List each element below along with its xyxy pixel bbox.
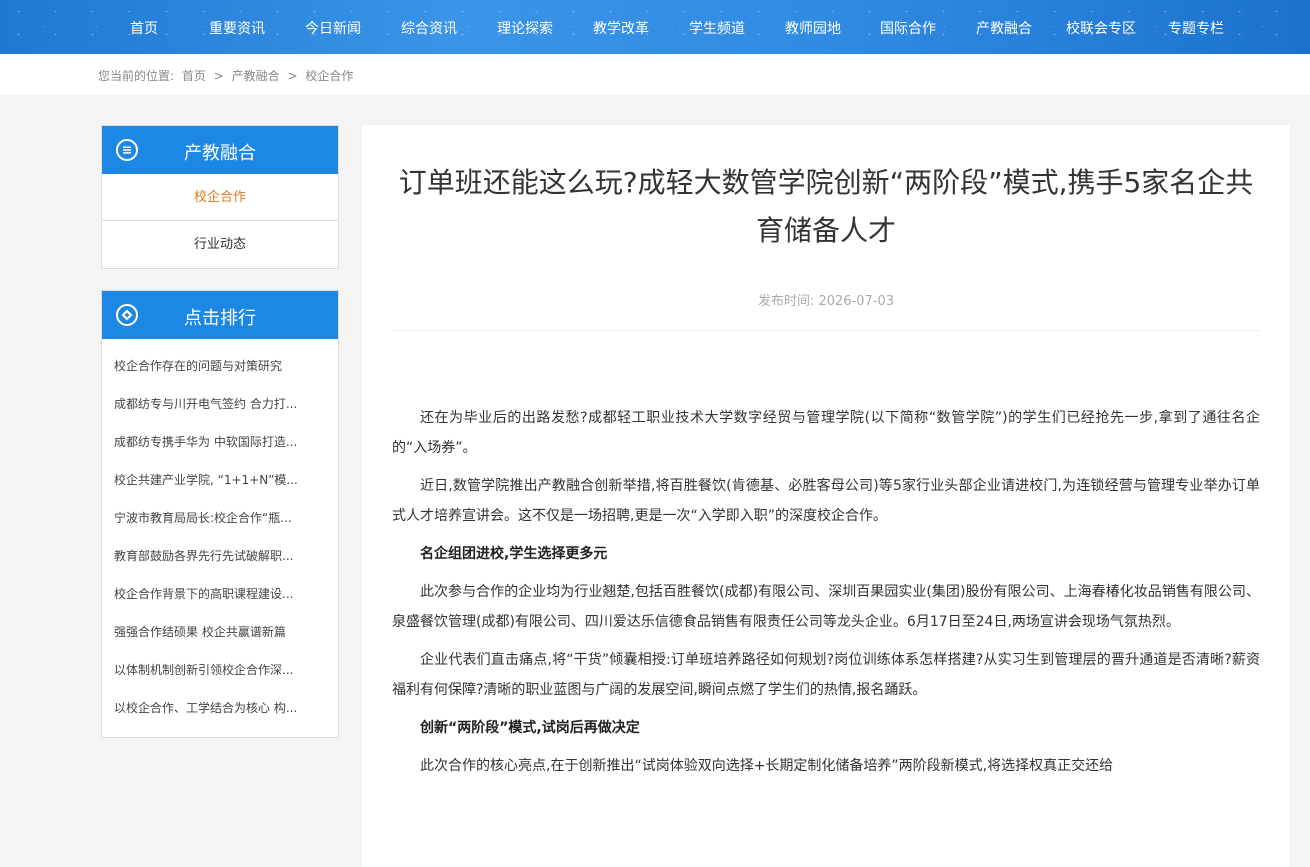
ranking-item[interactable]: 教育部鼓励各界先行先试破解职... <box>114 537 326 575</box>
nav-general-news[interactable]: 综合资讯 <box>401 0 457 54</box>
article-subheading: 名企组团进校,学生选择更多元 <box>420 546 608 562</box>
category-item-industry-news[interactable]: 行业动态 <box>102 221 338 268</box>
article-title: 订单班还能这么玩?成轻大数管学院创新“两阶段”模式,携手5家名企共育储备人才 <box>398 166 1254 247</box>
nav-alliance[interactable]: 校联会专区 <box>1066 0 1136 54</box>
nav-teachers[interactable]: 教师园地 <box>785 0 841 54</box>
ranking-item[interactable]: 校企合作存在的问题与对策研究 <box>114 347 326 385</box>
nav-students[interactable]: 学生频道 <box>689 0 745 54</box>
divider <box>392 330 1260 331</box>
ranking-item[interactable]: 校企合作背景下的高职课程建设... <box>114 575 326 613</box>
ranking-list: 校企合作存在的问题与对策研究 成都纺专与川开电气签约 合力打... 成都纺专携手… <box>102 339 338 737</box>
publish-date: 2026-07-03 <box>818 294 895 309</box>
article-paragraph: 此次合作的核心亮点,在于创新推出“试岗体验双向选择+长期定制化储备培养”两阶段新… <box>420 758 1114 774</box>
article-paragraph: 企业代表们直击痛点,将“干货”倾囊相授:订单班培养路径如何规划?岗位训练体系怎样… <box>392 652 1260 698</box>
breadcrumb-home[interactable]: 首页 <box>182 69 206 83</box>
category-title: 产教融合 <box>184 143 256 164</box>
breadcrumb-separator: > <box>213 69 224 83</box>
breadcrumb-prefix: 您当前的位置: <box>98 69 175 83</box>
ranking-header: 点击排行 <box>102 291 338 339</box>
article-paragraph: 还在为毕业后的出路发愁?成都轻工职业技术大学数字经贸与管理学院(以下简称“数管学… <box>392 410 1260 456</box>
breadcrumb-school-enterprise[interactable]: 校企合作 <box>305 69 353 83</box>
diamond-icon <box>116 304 138 326</box>
publish-info: 发布时间: 2026-07-03 <box>362 290 1290 309</box>
ranking-item[interactable]: 以体制机制创新引领校企合作深... <box>114 651 326 689</box>
breadcrumb-separator: > <box>287 69 298 83</box>
ranking-item[interactable]: 强强合作结硕果 校企共赢谱新篇 <box>114 613 326 651</box>
nav-important-news[interactable]: 重要资讯 <box>209 0 265 54</box>
ranking-item[interactable]: 以校企合作、工学结合为核心 构... <box>114 689 326 727</box>
nav-special-topics[interactable]: 专题专栏 <box>1168 0 1224 54</box>
article-paragraph: 近日,数管学院推出产教融合创新举措,将百胜餐饮(肯德基、必胜客母公司)等5家行业… <box>392 478 1260 524</box>
nav-industry-education[interactable]: 产教融合 <box>976 0 1032 54</box>
list-icon <box>116 139 138 161</box>
ranking-box: 点击排行 校企合作存在的问题与对策研究 成都纺专与川开电气签约 合力打... 成… <box>101 290 339 738</box>
breadcrumb-industry-education[interactable]: 产教融合 <box>232 69 280 83</box>
ranking-item[interactable]: 成都纺专与川开电气签约 合力打... <box>114 385 326 423</box>
ranking-title: 点击排行 <box>184 308 256 329</box>
nav-home[interactable]: 首页 <box>130 0 158 54</box>
ranking-item[interactable]: 宁波市教育局局长:校企合作“瓶... <box>114 499 326 537</box>
nav-today-news[interactable]: 今日新闻 <box>305 0 361 54</box>
article-body: 还在为毕业后的出路发愁?成都轻工职业技术大学数字经贸与管理学院(以下简称“数管学… <box>392 403 1260 789</box>
nav-international[interactable]: 国际合作 <box>880 0 936 54</box>
article-subheading: 创新“两阶段”模式,试岗后再做决定 <box>420 720 640 736</box>
publish-label: 发布时间: <box>757 294 815 309</box>
breadcrumb-bar: 您当前的位置: 首页 > 产教融合 > 校企合作 <box>0 54 1310 95</box>
category-header: 产教融合 <box>102 126 338 174</box>
category-box: 产教融合 校企合作 行业动态 <box>101 125 339 269</box>
ranking-item[interactable]: 成都纺专携手华为 中软国际打造... <box>114 423 326 461</box>
nav-teaching-reform[interactable]: 教学改革 <box>593 0 649 54</box>
ranking-item[interactable]: 校企共建产业学院, “1+1+N”模... <box>114 461 326 499</box>
breadcrumb: 您当前的位置: 首页 > 产教融合 > 校企合作 <box>98 67 357 84</box>
article-panel: 订单班还能这么玩?成轻大数管学院创新“两阶段”模式,携手5家名企共育储备人才 发… <box>362 125 1290 867</box>
article-paragraph: 此次参与合作的企业均为行业翘楚,包括百胜餐饮(成都)有限公司、深圳百果园实业(集… <box>392 584 1260 630</box>
top-navigation: 首页 重要资讯 今日新闻 综合资讯 理论探索 教学改革 学生频道 教师园地 国际… <box>0 0 1310 54</box>
category-item-school-enterprise[interactable]: 校企合作 <box>102 174 338 221</box>
nav-theory[interactable]: 理论探索 <box>497 0 553 54</box>
